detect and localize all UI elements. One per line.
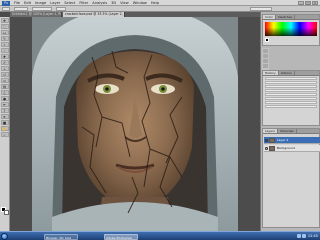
shape-tool-icon[interactable]: ■: [0, 120, 9, 125]
document-window: [10, 17, 260, 231]
lasso-tool-icon[interactable]: ᔕ: [0, 30, 9, 35]
move-tool-icon[interactable]: ✥: [0, 18, 9, 23]
tab-layers[interactable]: Layers: [263, 129, 278, 133]
visibility-eye-icon[interactable]: [265, 139, 268, 142]
zoom-tool-icon[interactable]: ⌕: [0, 132, 9, 137]
adjustments-icon[interactable]: [263, 49, 268, 53]
layers-panel: Layers Channels Layer 2 Background: [262, 128, 320, 228]
layer-name: Background: [277, 146, 295, 150]
eraser-tool-icon[interactable]: ▭: [0, 78, 9, 83]
close-button[interactable]: ×: [312, 1, 318, 5]
layer-row-active[interactable]: Layer 2: [264, 137, 320, 144]
history-brush-tool-icon[interactable]: ↺: [0, 72, 9, 77]
blur-tool-icon[interactable]: ◊: [0, 90, 9, 95]
minimize-button[interactable]: _: [298, 1, 304, 5]
path-select-tool-icon[interactable]: ➤: [0, 114, 9, 119]
history-state[interactable]: [265, 80, 317, 84]
styles-icon[interactable]: [263, 59, 268, 63]
navigator-icon[interactable]: [263, 64, 268, 68]
type-tool-icon[interactable]: T: [0, 108, 9, 113]
taskbar-button[interactable]: Blogger: My blog: [44, 233, 78, 240]
image-canvas[interactable]: [32, 17, 238, 231]
foreground-color-indicator[interactable]: [265, 38, 269, 42]
gradient-tool-icon[interactable]: ▤: [0, 84, 9, 89]
photoshop-logo: Ps: [2, 0, 10, 6]
crop-tool-icon[interactable]: ⌗: [0, 42, 9, 47]
masks-icon[interactable]: [263, 54, 268, 58]
panel-dock: Color Swatches History Actions Layers Ch…: [260, 12, 320, 231]
option-control[interactable]: [32, 7, 52, 11]
hand-tool-icon[interactable]: ✋: [0, 126, 9, 131]
volume-icon[interactable]: [302, 234, 306, 238]
maximize-button[interactable]: □: [305, 1, 311, 5]
history-state[interactable]: [265, 84, 317, 88]
option-control[interactable]: [56, 7, 66, 11]
history-state[interactable]: [265, 96, 317, 100]
layer-thumbnail: [269, 146, 275, 151]
brush-tool-icon[interactable]: ✐: [0, 60, 9, 65]
layer-thumbnail: [269, 138, 275, 143]
history-state[interactable]: [265, 92, 317, 96]
layers-panel-tabs: Layers Channels: [263, 129, 319, 134]
color-panel: Color Swatches: [262, 14, 320, 46]
layer-name: Layer 2: [277, 138, 289, 142]
workspace-switcher[interactable]: [250, 7, 272, 11]
system-tray: [297, 234, 306, 238]
visibility-eye-icon[interactable]: [265, 147, 268, 150]
pen-tool-icon[interactable]: ✒: [0, 102, 9, 107]
tab-swatches[interactable]: Swatches: [276, 15, 296, 19]
windows-taskbar: Blogger: My blog Adobe Photoshop 12:45: [0, 231, 320, 240]
toolbox: ✥ ⬚ ᔕ ✎ ⌗ ⁄ ✚ ✐ ⊥ ↺ ▭ ▤ ◊ ● ✒ T ➤ ■ ✋ ⌕: [0, 17, 10, 231]
tab-channels[interactable]: Channels: [278, 129, 297, 133]
quick-select-tool-icon[interactable]: ✎: [0, 36, 9, 41]
history-panel-tabs: History Actions: [263, 71, 319, 76]
history-state[interactable]: [265, 76, 317, 80]
taskbar-button-active[interactable]: Adobe Photoshop: [104, 233, 138, 240]
start-button[interactable]: [1, 233, 8, 240]
tab-actions[interactable]: Actions: [279, 71, 295, 75]
healing-tool-icon[interactable]: ✚: [0, 54, 9, 59]
network-icon[interactable]: [297, 234, 301, 238]
history-state[interactable]: [265, 104, 317, 108]
collapsed-panels-icons: [262, 48, 269, 72]
clone-stamp-tool-icon[interactable]: ⊥: [0, 66, 9, 71]
option-control[interactable]: [14, 7, 28, 11]
marquee-tool-icon[interactable]: ⬚: [0, 24, 9, 29]
history-state[interactable]: [265, 100, 317, 104]
dodge-tool-icon[interactable]: ●: [0, 96, 9, 101]
history-panel: History Actions: [262, 70, 320, 126]
color-panel-tabs: Color Swatches: [263, 15, 319, 20]
window-controls: _ □ ×: [298, 1, 318, 5]
tab-color[interactable]: Color: [263, 15, 276, 19]
tab-history[interactable]: History: [263, 71, 279, 75]
eyedropper-tool-icon[interactable]: ⁄: [0, 48, 9, 53]
color-spectrum-ramp[interactable]: [265, 22, 317, 36]
taskbar-clock[interactable]: 12:45: [308, 232, 318, 240]
history-state[interactable]: [265, 88, 317, 92]
background-color-swatch[interactable]: [4, 210, 9, 215]
layer-row[interactable]: Background: [264, 145, 320, 152]
tool-preset-picker[interactable]: [2, 7, 10, 11]
cracked-face-artwork: [32, 17, 238, 231]
